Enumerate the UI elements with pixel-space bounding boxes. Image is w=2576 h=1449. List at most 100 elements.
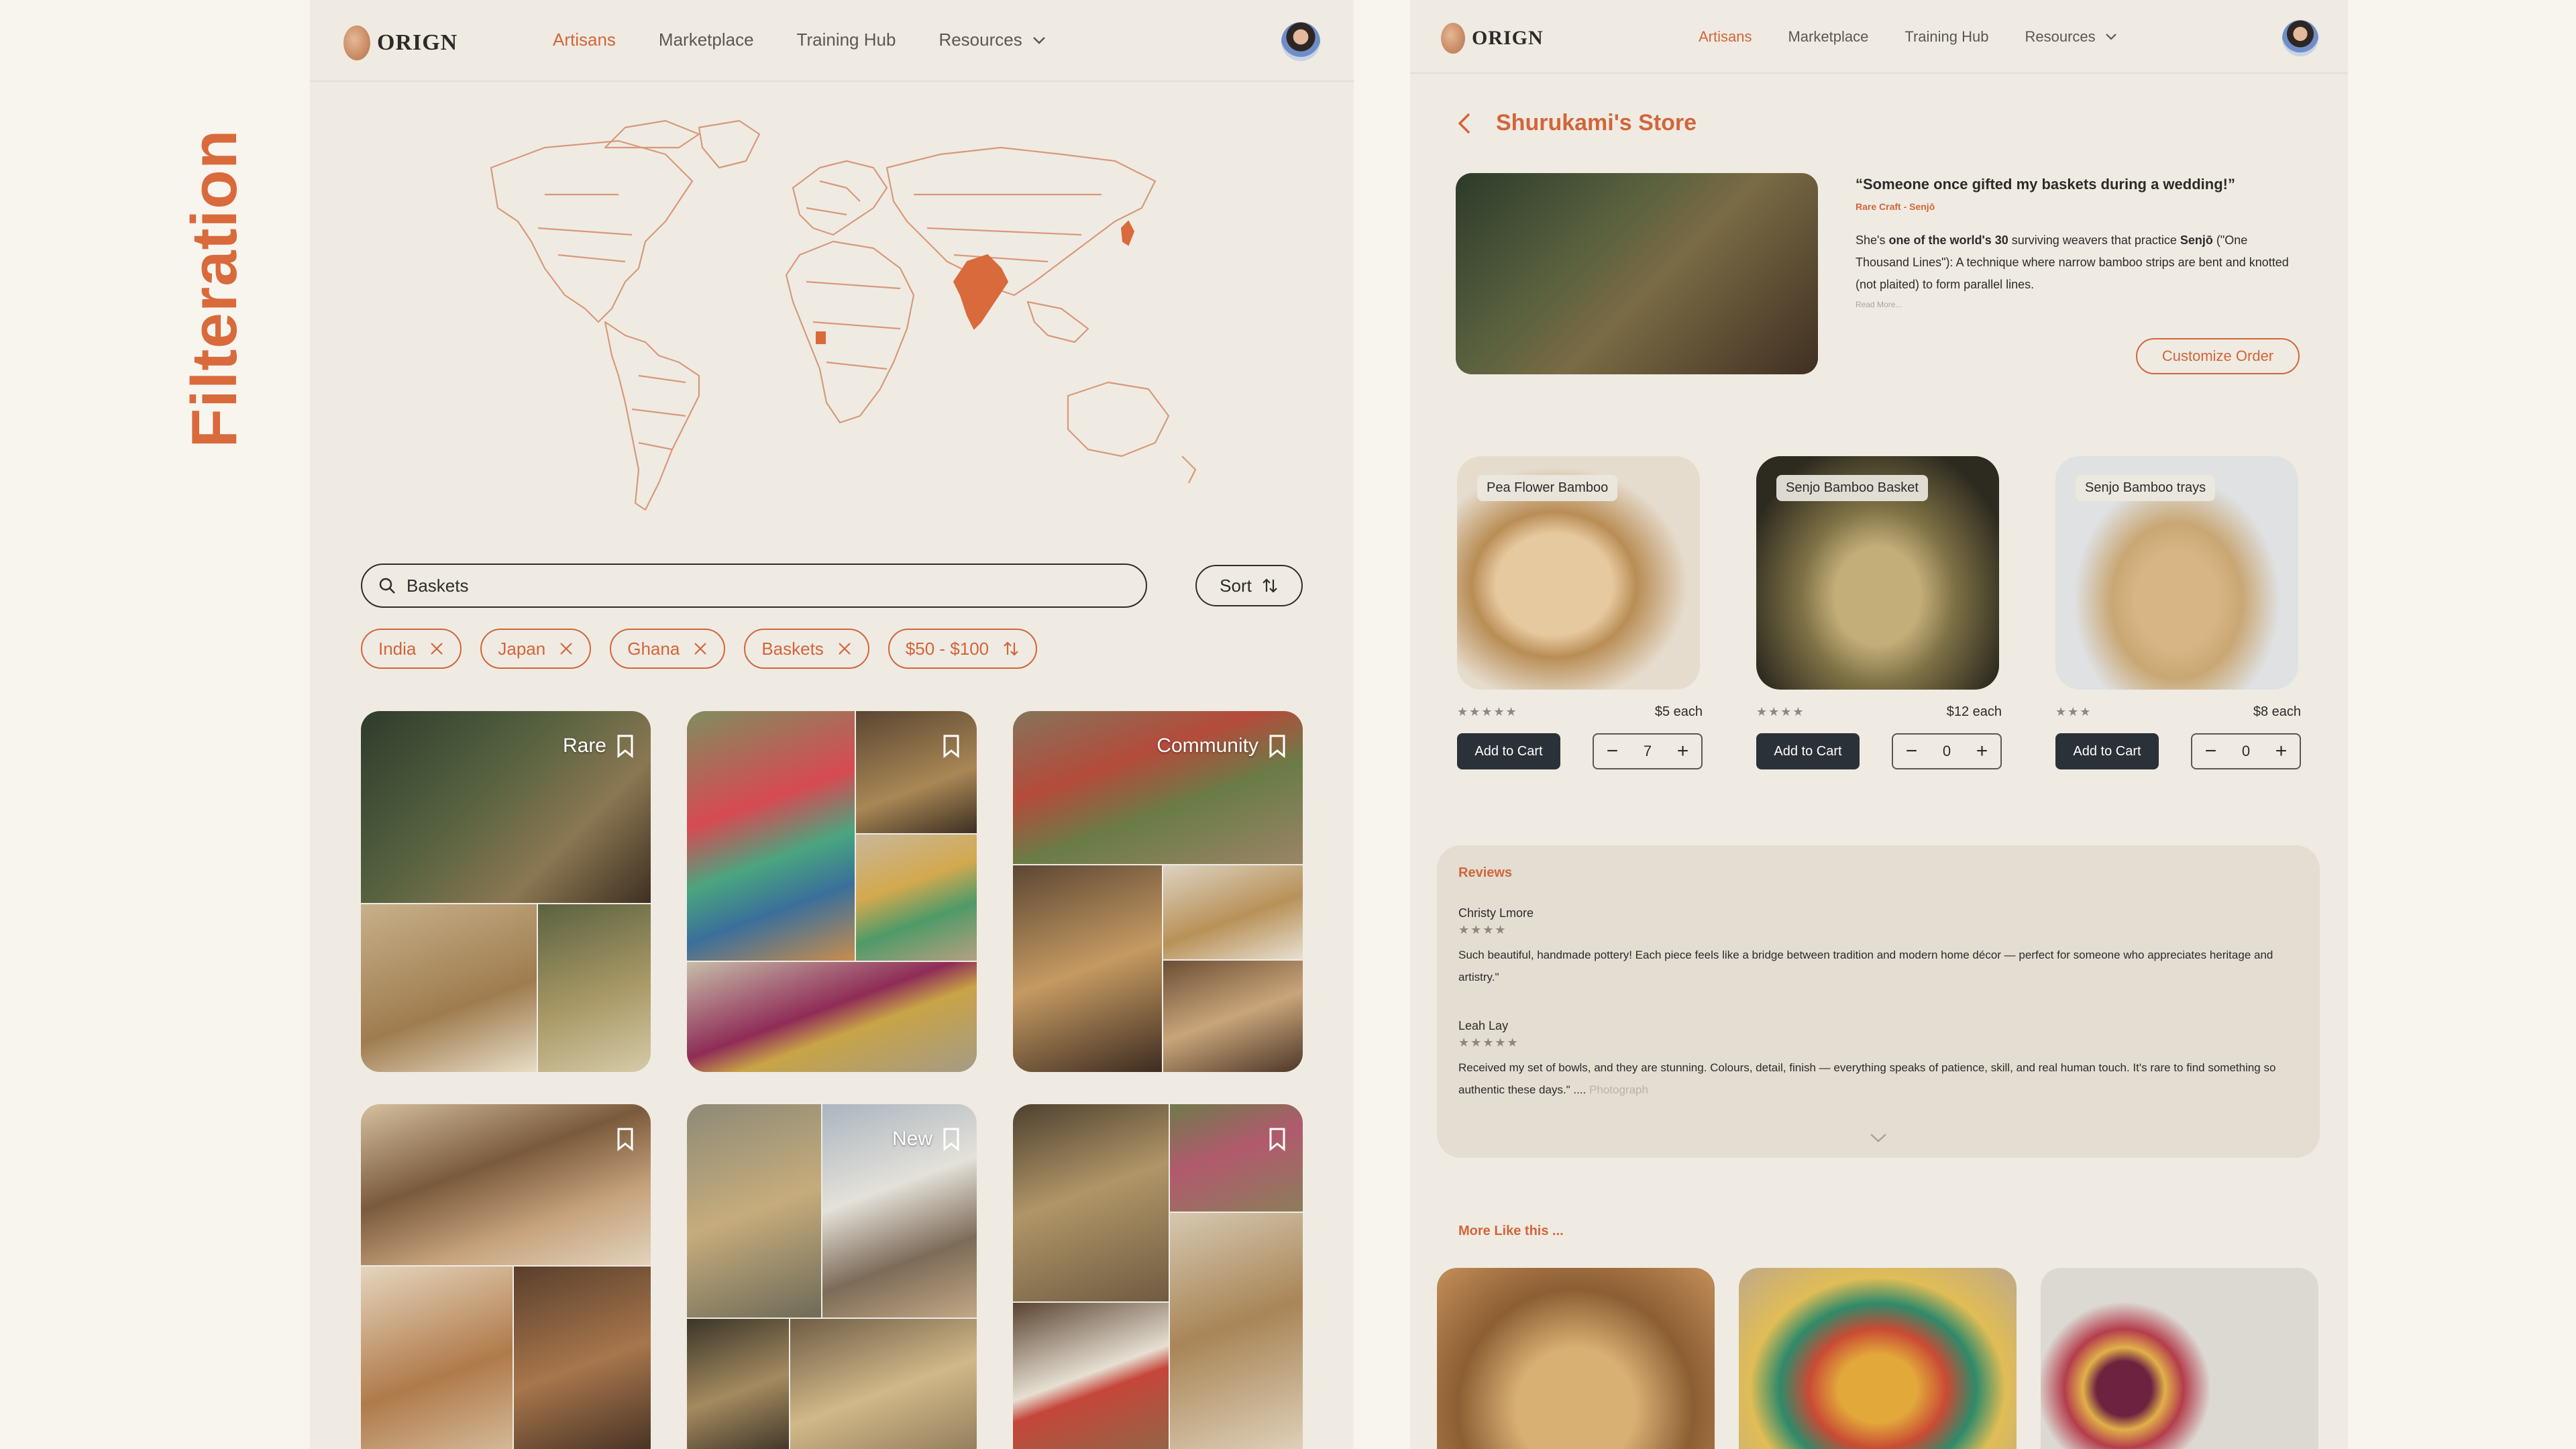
bookmark-icon[interactable] [942,734,961,758]
chip-japan[interactable]: Japan [480,629,592,669]
bookmark-icon[interactable] [616,1127,635,1151]
nav-training-hub[interactable]: Training Hub [797,30,896,50]
expand-chevron-icon[interactable] [1869,1132,1888,1143]
nav-artisans[interactable]: Artisans [1699,28,1752,46]
related-product-photo[interactable] [1739,1268,2017,1449]
world-map[interactable] [444,107,1249,537]
related-product-photo[interactable] [1437,1268,1715,1449]
product-card: Senjo Bamboo Basket ★★★★ $12 each Add to… [1756,456,2002,769]
back-arrow-icon[interactable] [1457,112,1472,135]
tile-tag [1258,1127,1287,1151]
add-to-cart-button[interactable]: Add to Cart [2055,733,2159,769]
customize-order-button[interactable]: Customize Order [2136,338,2300,374]
add-to-cart-button[interactable]: Add to Cart [1457,733,1560,769]
tile-tag-label: Rare [562,735,606,757]
artisan-tile-community[interactable]: Community [1013,711,1303,1072]
close-icon[interactable] [559,641,574,656]
nav-resources[interactable]: Resources [938,30,1046,50]
photo-baskets-white [1163,865,1303,959]
photo-bamboo-vase [687,1104,821,1318]
minus-icon[interactable]: − [2205,740,2217,763]
tile-tag-label: New [892,1128,932,1150]
nav-links: Artisans Marketplace Training Hub Resour… [1699,28,2117,46]
nav-artisans[interactable]: Artisans [553,30,616,50]
minus-icon[interactable]: − [1607,740,1619,763]
logo[interactable]: ORIGN [1441,23,1544,54]
review-body: Received my set of bowls, and they are s… [1458,1061,2276,1096]
artisan-quote: “Someone once gifted my baskets during a… [1856,176,2235,193]
plus-icon[interactable]: + [1677,740,1689,763]
store-header: Shurukami's Store [1457,110,1697,136]
artisan-tile-rare[interactable]: Rare [361,711,651,1072]
artisan-hero-photo [1456,173,1818,374]
logo[interactable]: ORIGN [343,25,458,60]
related-product-photo[interactable] [2041,1268,2318,1449]
minus-icon[interactable]: − [1906,740,1918,763]
sort-label: Sort [1220,575,1252,596]
read-more-link[interactable]: Read More... [1856,300,2298,309]
photo-round-basket [361,904,537,1072]
quantity-value: 7 [1643,743,1652,759]
artisan-tile-6[interactable] [1013,1104,1303,1449]
chip-baskets[interactable]: Baskets [744,629,869,669]
add-to-cart-button[interactable]: Add to Cart [1756,733,1860,769]
rating-stars: ★★★ [2055,705,2092,718]
quantity-value: 0 [2241,743,2251,759]
quantity-stepper[interactable]: − 0 + [2191,733,2301,769]
search-input[interactable]: Baskets [361,564,1147,608]
nav-marketplace[interactable]: Marketplace [659,30,754,50]
sort-arrows-icon[interactable] [1002,640,1020,657]
photo-round-trays [790,1319,977,1449]
bookmark-icon[interactable] [1268,734,1287,758]
artisan-tile-new[interactable]: New [687,1104,977,1449]
chip-price-range[interactable]: $50 - $100 [888,629,1038,669]
chip-india[interactable]: India [361,629,462,669]
product-actions: Add to Cart − 0 + [1756,733,2002,769]
product-name: Pea Flower Bamboo [1477,475,1618,501]
nav-marketplace[interactable]: Marketplace [1788,28,1868,46]
review-item: Christy Lmore ★★★★ Such beautiful, handm… [1458,906,2298,988]
tile-tag: New [892,1127,961,1151]
avatar[interactable] [2282,20,2318,56]
close-icon[interactable] [693,641,708,656]
product-actions: Add to Cart − 7 + [1457,733,1703,769]
photo-market-weaver [1170,1104,1303,1212]
close-icon[interactable] [837,641,852,656]
bookmark-icon[interactable] [1268,1127,1287,1151]
artisan-tile-2[interactable] [687,711,977,1072]
logo-text: ORIGN [1472,27,1544,49]
bookmark-icon[interactable] [942,1127,961,1151]
search-icon [379,578,395,594]
nav-training-hub[interactable]: Training Hub [1904,28,1988,46]
product-name: Senjo Bamboo Basket [1776,475,1928,501]
product-photo[interactable]: Senjo Bamboo Basket [1756,456,1999,690]
reviewer-name: Christy Lmore [1458,906,1534,920]
reviewer-name: Leah Lay [1458,1019,1509,1032]
tile-tag [606,1127,635,1151]
product-meta: ★★★★★ $5 each [1457,704,1703,720]
product-meta: ★★★★ $12 each [1756,704,2002,720]
product-photo[interactable]: Pea Flower Bamboo [1457,456,1700,690]
product-price: $8 each [2253,704,2301,719]
artisan-tile-4[interactable] [361,1104,651,1449]
chevron-down-icon [2105,34,2116,40]
sort-button[interactable]: Sort [1195,565,1303,606]
quantity-stepper[interactable]: − 7 + [1593,733,1703,769]
photo-basket-handle [687,1319,789,1449]
map-ghana [816,331,826,344]
product-card: Pea Flower Bamboo ★★★★★ $5 each Add to C… [1457,456,1703,769]
avatar[interactable] [1281,22,1320,61]
close-icon[interactable] [429,641,444,656]
photo-baskets-set [538,904,651,1072]
plus-icon[interactable]: + [2275,740,2288,763]
bookmark-icon[interactable] [616,734,635,758]
quantity-stepper[interactable]: − 0 + [1892,733,2002,769]
plus-icon[interactable]: + [1976,740,1988,763]
artisan-story: “Someone once gifted my baskets during a… [1856,176,2298,309]
chip-ghana[interactable]: Ghana [610,629,726,669]
photo-weaver-ghana [687,711,855,961]
page-title: Filteration [178,129,250,448]
nav-resources[interactable]: Resources [2025,28,2116,46]
rating-stars: ★★★★★ [1457,705,1518,718]
product-photo[interactable]: Senjo Bamboo trays [2055,456,2298,690]
